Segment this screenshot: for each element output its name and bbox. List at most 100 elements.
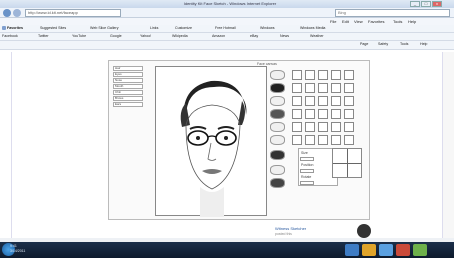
link-6[interactable]: Wikipedia xyxy=(172,33,188,40)
taskbar-app-other[interactable] xyxy=(413,244,427,256)
preset-7[interactable] xyxy=(270,150,285,160)
fav-link-7[interactable]: Windows Media xyxy=(300,25,325,32)
face-canvas[interactable] xyxy=(155,66,267,217)
link-3[interactable]: YouTube xyxy=(72,33,86,40)
feature-eyes[interactable]: Eyes xyxy=(113,72,143,77)
menu-view[interactable]: View xyxy=(354,18,363,25)
feature-option[interactable] xyxy=(318,70,328,80)
feature-ears[interactable]: Ears xyxy=(113,102,143,107)
feature-option[interactable] xyxy=(292,109,302,119)
help-menu[interactable]: Help xyxy=(420,41,427,48)
back-icon[interactable] xyxy=(3,9,11,17)
minimize-button[interactable]: _ xyxy=(410,1,420,7)
position-stepper[interactable] xyxy=(300,169,314,173)
page-menu[interactable]: Page xyxy=(360,41,368,48)
fav-link-3[interactable]: Links xyxy=(150,25,158,32)
fav-link-6[interactable]: Windows xyxy=(260,25,275,32)
favorites-toolbar: Favorites Suggested Sites Web Slice Gall… xyxy=(0,25,454,33)
search-input[interactable]: Bing xyxy=(335,9,450,17)
size-stepper[interactable] xyxy=(300,157,314,161)
preset-1[interactable] xyxy=(270,70,285,80)
feature-option[interactable] xyxy=(292,70,302,80)
feature-option[interactable] xyxy=(318,109,328,119)
menu-edit[interactable]: Edit xyxy=(342,18,349,25)
feature-option[interactable] xyxy=(344,96,354,106)
fav-link-4[interactable]: Customize xyxy=(175,25,192,32)
link-1[interactable]: Facebook xyxy=(2,33,18,40)
feature-option[interactable] xyxy=(292,96,302,106)
feature-option[interactable] xyxy=(305,83,315,93)
taskbar-app-media[interactable] xyxy=(379,244,393,256)
system-clock[interactable]: 9:41 3/14/2011 xyxy=(10,244,25,254)
feature-option[interactable] xyxy=(344,70,354,80)
taskbar-app-folder[interactable] xyxy=(362,244,376,256)
menu-tools[interactable]: Tools xyxy=(393,18,402,25)
feature-option[interactable] xyxy=(305,122,315,132)
fav-link-2[interactable]: Web Slice Gallery xyxy=(90,25,119,32)
feature-option[interactable] xyxy=(318,135,328,145)
menu-favorites[interactable]: Favorites xyxy=(368,18,384,25)
menu-help[interactable]: Help xyxy=(408,18,416,25)
feature-option[interactable] xyxy=(318,122,328,132)
preset-6[interactable] xyxy=(270,135,285,145)
feature-option[interactable] xyxy=(331,83,341,93)
feature-hair[interactable]: Hair xyxy=(113,66,143,71)
feature-option[interactable] xyxy=(331,70,341,80)
feature-option[interactable] xyxy=(292,83,302,93)
feature-option[interactable] xyxy=(344,135,354,145)
feature-option[interactable] xyxy=(331,122,341,132)
feature-option[interactable] xyxy=(292,135,302,145)
preset-5[interactable] xyxy=(270,122,285,132)
url-input[interactable]: http://www.id.kit.net/faceapp xyxy=(25,9,121,17)
scrollbar[interactable] xyxy=(442,52,454,242)
feature-option[interactable] xyxy=(318,96,328,106)
position-pad[interactable] xyxy=(332,148,362,178)
link-7[interactable]: Amazon xyxy=(212,33,225,40)
feature-mouth[interactable]: Mouth xyxy=(113,84,143,89)
post-meta: posted this xyxy=(275,232,292,236)
forward-icon[interactable] xyxy=(13,9,21,17)
taskbar-app-ie[interactable] xyxy=(345,244,359,256)
feature-option[interactable] xyxy=(344,83,354,93)
feature-option[interactable] xyxy=(305,135,315,145)
close-button[interactable]: x xyxy=(432,1,442,7)
feature-option[interactable] xyxy=(344,122,354,132)
feature-chin[interactable]: Chin xyxy=(113,90,143,95)
face-sketch xyxy=(180,80,247,217)
preset-3[interactable] xyxy=(270,96,285,106)
feature-option[interactable] xyxy=(331,135,341,145)
feature-brows[interactable]: Brows xyxy=(113,96,143,101)
menu-file[interactable]: File xyxy=(330,18,336,25)
link-10[interactable]: Weather xyxy=(310,33,324,40)
link-4[interactable]: Google xyxy=(110,33,122,40)
avatar[interactable] xyxy=(357,224,371,238)
maximize-button[interactable]: □ xyxy=(421,1,431,7)
star-icon xyxy=(2,26,6,31)
feature-nose[interactable]: Nose xyxy=(113,78,143,83)
fav-link-5[interactable]: Free Hotmail xyxy=(215,25,236,32)
taskbar-app-paint[interactable] xyxy=(396,244,410,256)
link-9[interactable]: News xyxy=(280,33,289,40)
post-author[interactable]: Witness Sketcher xyxy=(275,226,306,231)
link-2[interactable]: Twitter xyxy=(38,33,49,40)
safety-menu[interactable]: Safety xyxy=(378,41,388,48)
feature-option[interactable] xyxy=(292,122,302,132)
preset-4[interactable] xyxy=(270,109,285,119)
feature-option[interactable] xyxy=(344,109,354,119)
feature-option[interactable] xyxy=(305,109,315,119)
link-8[interactable]: eBay xyxy=(250,33,258,40)
favorites-button[interactable]: Favorites xyxy=(2,25,23,32)
link-5[interactable]: Yahoo! xyxy=(140,33,151,40)
feature-option[interactable] xyxy=(305,70,315,80)
preset-2[interactable] xyxy=(270,83,285,93)
preset-9[interactable] xyxy=(270,178,285,188)
feature-option[interactable] xyxy=(331,96,341,106)
rotate-stepper[interactable] xyxy=(300,181,314,185)
feature-option[interactable] xyxy=(305,96,315,106)
fav-link-1[interactable]: Suggested Sites xyxy=(40,25,66,32)
size-label: Size xyxy=(301,151,308,155)
feature-option[interactable] xyxy=(318,83,328,93)
tools-menu[interactable]: Tools xyxy=(400,41,408,48)
preset-8[interactable] xyxy=(270,165,285,175)
feature-option[interactable] xyxy=(331,109,341,119)
